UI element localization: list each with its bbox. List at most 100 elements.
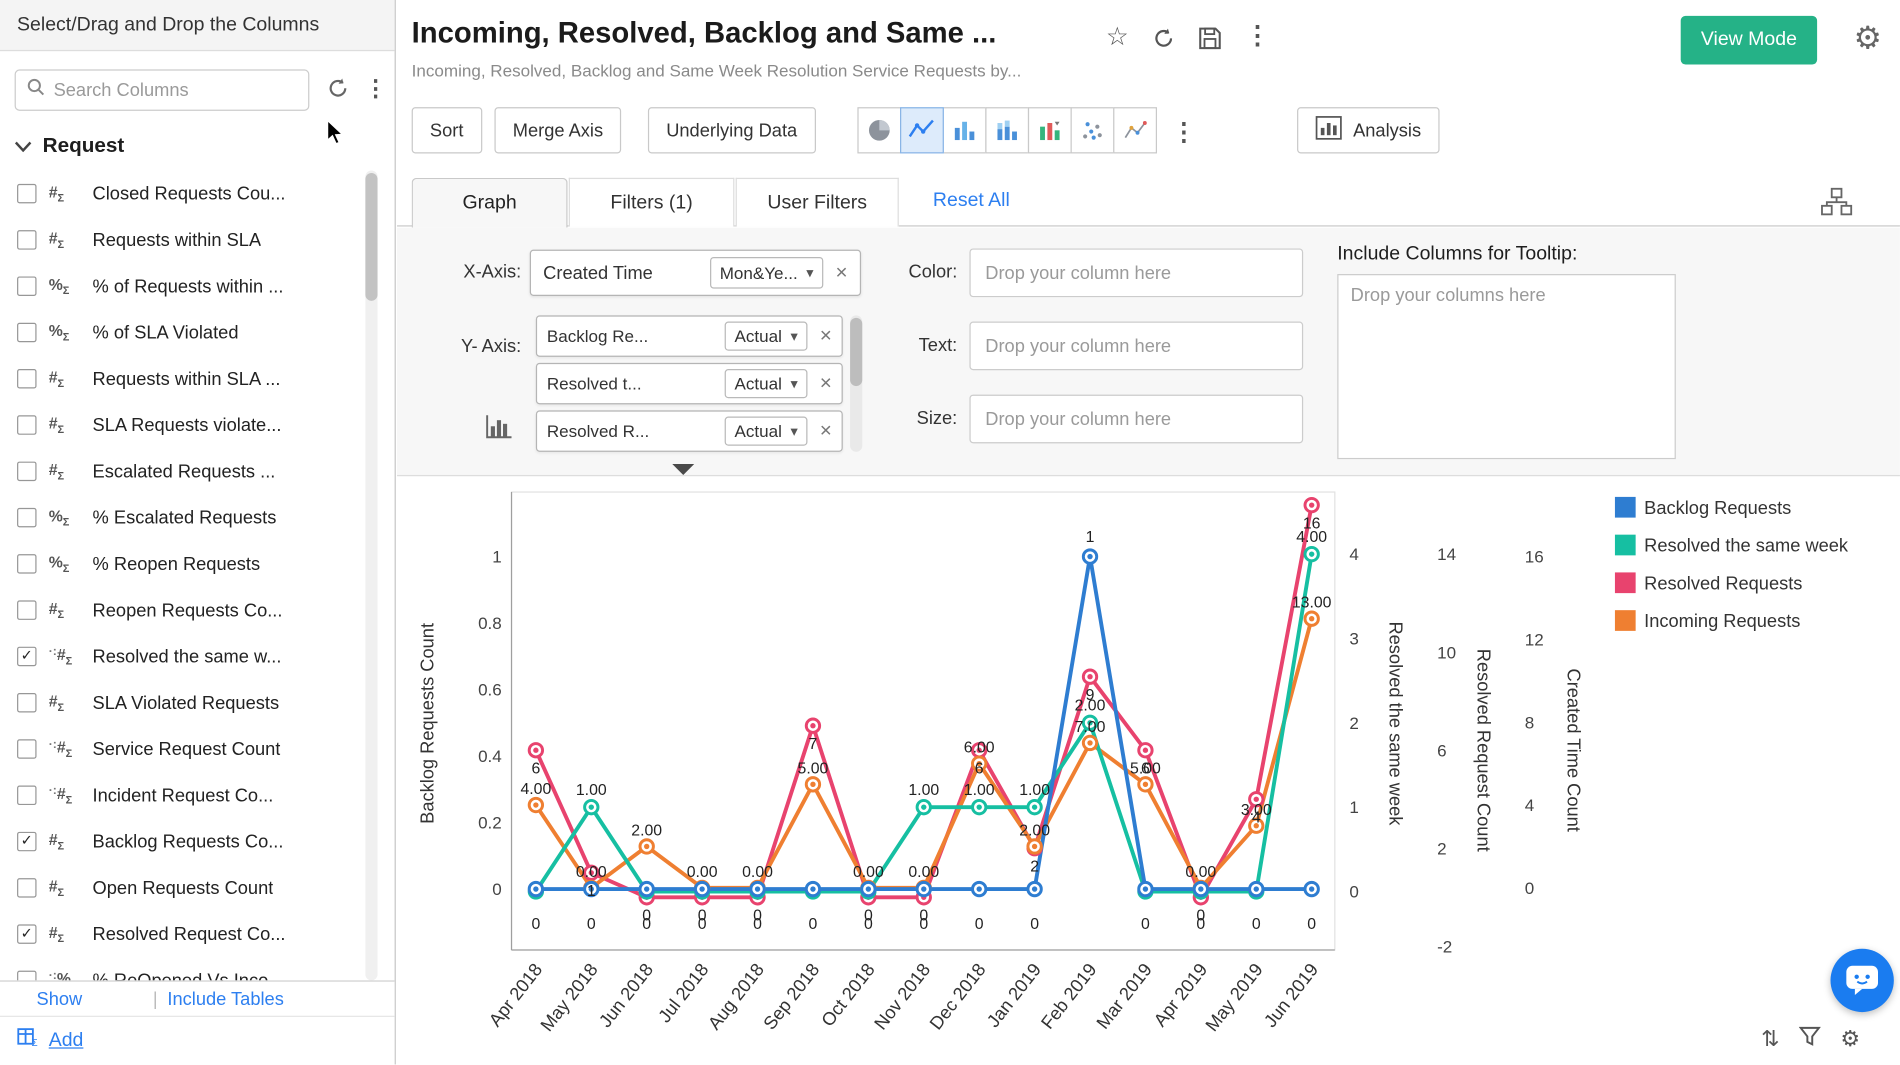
column-list-item[interactable]: ·:#ΣService Request Count xyxy=(0,726,358,772)
remove-icon[interactable]: × xyxy=(820,371,832,395)
y-axis-scrollbar-thumb[interactable] xyxy=(850,318,862,386)
stacked-bar-chart-type-button[interactable] xyxy=(985,107,1029,153)
y-axis-field[interactable]: Backlog Re...Actual▾× xyxy=(536,315,843,356)
column-checkbox[interactable] xyxy=(17,462,36,481)
web-chart-type-button[interactable] xyxy=(1113,107,1157,153)
tooltip-drop-zone[interactable]: Drop your columns here xyxy=(1337,274,1676,459)
bar-chart-type-button[interactable] xyxy=(943,107,987,153)
column-checkbox[interactable]: ✓ xyxy=(17,647,36,666)
help-chat-button[interactable] xyxy=(1831,949,1894,1012)
settings-gear-icon[interactable]: ⚙ xyxy=(1854,19,1882,57)
sidebar-kebab-menu-icon[interactable]: ⋮ xyxy=(364,76,387,104)
remove-icon[interactable]: × xyxy=(820,324,832,348)
layout-hierarchy-icon[interactable] xyxy=(1820,188,1854,223)
legend-item[interactable]: Incoming Requests xyxy=(1615,610,1800,631)
legend-item[interactable]: Resolved the same week xyxy=(1615,535,1849,556)
underlying-data-button[interactable]: Underlying Data xyxy=(648,107,816,153)
column-checkbox[interactable] xyxy=(17,600,36,619)
column-checkbox[interactable] xyxy=(17,739,36,758)
column-checkbox[interactable] xyxy=(17,276,36,295)
column-checkbox[interactable] xyxy=(17,369,36,388)
column-list-item[interactable]: #ΣOpen Requests Count xyxy=(0,865,358,911)
column-checkbox[interactable] xyxy=(17,323,36,342)
combo-chart-type-button[interactable] xyxy=(1028,107,1072,153)
sort-button[interactable]: Sort xyxy=(412,107,482,153)
column-list-item[interactable]: ·:%Σ% ReOpened Vs Inco... xyxy=(0,957,358,980)
column-list-item[interactable]: %Σ% of Requests within ... xyxy=(0,263,358,309)
column-list-item[interactable]: #ΣRequests within SLA xyxy=(0,217,358,263)
column-checkbox[interactable] xyxy=(17,786,36,805)
text-drop-zone[interactable]: Drop your column here xyxy=(969,322,1303,371)
tab-bar: Graph Filters (1) User Filters Reset All xyxy=(397,178,1900,227)
scroll-more-triangle-icon[interactable] xyxy=(672,464,694,475)
sidebar-scrollbar-thumb[interactable] xyxy=(365,173,377,301)
refresh-report-icon[interactable] xyxy=(1152,27,1175,56)
column-list-item[interactable]: #ΣSLA Requests violate... xyxy=(0,402,358,448)
view-mode-button[interactable]: View Mode xyxy=(1681,16,1817,65)
x-axis-period-select[interactable]: Mon&Ye... ▾ xyxy=(710,257,823,289)
analysis-button[interactable]: Analysis xyxy=(1297,107,1439,153)
sidebar-scrollbar[interactable] xyxy=(365,171,377,981)
title-kebab-menu-icon[interactable]: ⋮ xyxy=(1245,23,1271,50)
column-checkbox[interactable] xyxy=(17,878,36,897)
size-drop-zone[interactable]: Drop your column here xyxy=(969,395,1303,444)
column-list-item[interactable]: #ΣEscalated Requests ... xyxy=(0,448,358,494)
legend-item[interactable]: Backlog Requests xyxy=(1615,497,1791,518)
column-list-item[interactable]: #ΣReopen Requests Co... xyxy=(0,587,358,633)
aggregate-select[interactable]: Actual▾ xyxy=(725,322,808,351)
x-axis-field[interactable]: Created Time Mon&Ye... ▾ × xyxy=(530,250,861,296)
legend-item[interactable]: Resolved Requests xyxy=(1615,572,1802,593)
remove-icon[interactable]: × xyxy=(820,419,832,443)
pie-chart-type-button[interactable] xyxy=(857,107,901,153)
refresh-icon[interactable] xyxy=(326,77,349,106)
axis-tick-label: 8 xyxy=(1525,713,1534,732)
aggregate-select[interactable]: Actual▾ xyxy=(725,369,808,398)
more-chart-types-kebab-icon[interactable]: ⋮ xyxy=(1172,117,1196,147)
line-chart-type-button[interactable] xyxy=(900,107,944,153)
aggregate-value: Actual xyxy=(735,374,782,393)
show-link[interactable]: Show xyxy=(37,988,83,1009)
column-checkbox[interactable] xyxy=(17,184,36,203)
data-label: 0 xyxy=(587,916,596,933)
column-checkbox[interactable]: ✓ xyxy=(17,924,36,943)
column-list-item[interactable]: ✓#ΣResolved Request Co... xyxy=(0,911,358,957)
column-list-item[interactable]: #ΣClosed Requests Cou... xyxy=(0,171,358,217)
column-checkbox[interactable] xyxy=(17,508,36,527)
save-icon[interactable] xyxy=(1198,27,1221,56)
column-list-item[interactable]: %Σ% of SLA Violated xyxy=(0,309,358,355)
search-input[interactable] xyxy=(54,80,298,101)
column-list-item[interactable]: ✓·:#ΣResolved the same w... xyxy=(0,633,358,679)
column-checkbox[interactable] xyxy=(17,693,36,712)
axis-tick-label: 0.2 xyxy=(478,814,502,833)
tab-graph[interactable]: Graph xyxy=(412,178,568,228)
chart-settings-gear-icon[interactable]: ⚙ xyxy=(1840,1027,1860,1053)
column-list-item[interactable]: ✓#ΣBacklog Requests Co... xyxy=(0,818,358,864)
column-list-item[interactable]: #ΣSLA Violated Requests xyxy=(0,680,358,726)
column-list-item[interactable]: ·:#ΣIncident Request Co... xyxy=(0,772,358,818)
scatter-chart-type-button[interactable] xyxy=(1071,107,1115,153)
y-axis-scrollbar[interactable] xyxy=(850,315,862,451)
filter-funnel-icon[interactable] xyxy=(1799,1025,1821,1053)
aggregate-select[interactable]: Actual▾ xyxy=(725,417,808,446)
remove-icon[interactable]: × xyxy=(836,261,848,285)
y-axis-field[interactable]: Resolved R...Actual▾× xyxy=(536,410,843,451)
sort-rows-icon[interactable]: ⇅ xyxy=(1761,1027,1779,1053)
tab-user-filters[interactable]: User Filters xyxy=(736,178,899,227)
y-axis-field[interactable]: Resolved t...Actual▾× xyxy=(536,363,843,404)
column-checkbox[interactable]: ✓ xyxy=(17,832,36,851)
table-section-request[interactable]: Request xyxy=(15,134,125,158)
column-list-item[interactable]: %Σ% Escalated Requests xyxy=(0,494,358,540)
column-checkbox[interactable] xyxy=(17,971,36,981)
tab-filters[interactable]: Filters (1) xyxy=(569,178,735,227)
include-tables-link[interactable]: Include Tables xyxy=(167,988,283,1009)
column-checkbox[interactable] xyxy=(17,554,36,573)
column-checkbox[interactable] xyxy=(17,230,36,249)
favorite-star-icon[interactable]: ☆ xyxy=(1106,24,1129,51)
column-list-item[interactable]: %Σ% Reopen Requests xyxy=(0,541,358,587)
add-column-button[interactable]: Add xyxy=(49,1030,84,1052)
column-list-item[interactable]: #ΣRequests within SLA ... xyxy=(0,356,358,402)
color-drop-zone[interactable]: Drop your column here xyxy=(969,248,1303,297)
merge-axis-button[interactable]: Merge Axis xyxy=(494,107,621,153)
column-checkbox[interactable] xyxy=(17,415,36,434)
reset-all-link[interactable]: Reset All xyxy=(933,190,1010,212)
